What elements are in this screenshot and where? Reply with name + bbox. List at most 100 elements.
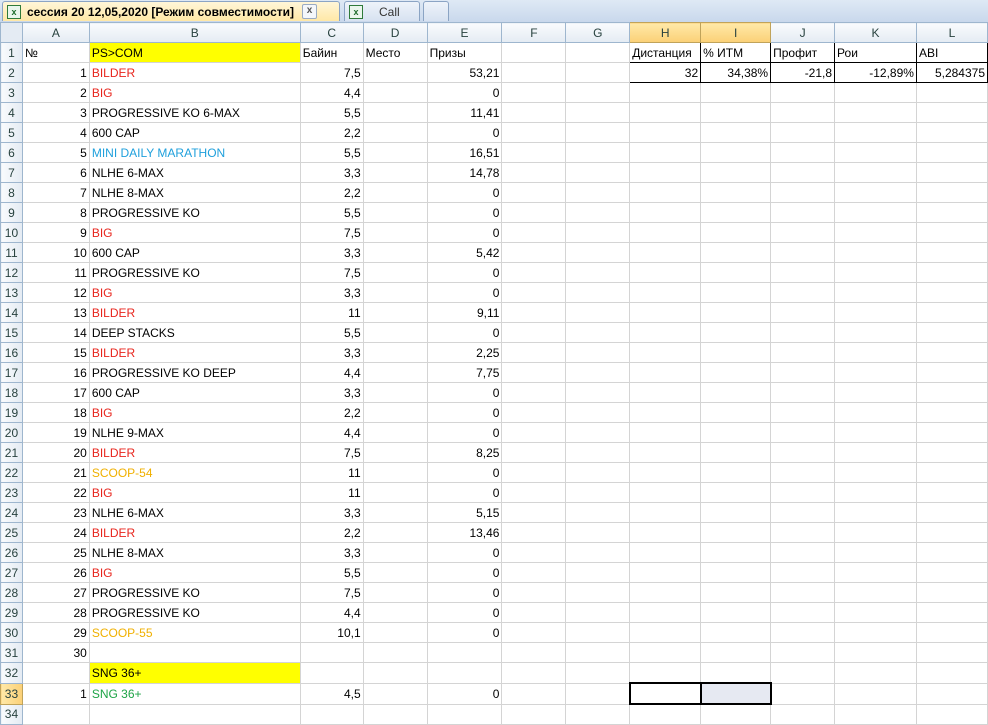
cell-k23[interactable] bbox=[834, 482, 917, 503]
cell-c29[interactable]: 4,4 bbox=[299, 602, 364, 623]
cell-k25[interactable] bbox=[834, 522, 917, 543]
cell-d6[interactable] bbox=[362, 142, 428, 163]
cell-i9[interactable] bbox=[700, 202, 772, 223]
cell-c20[interactable]: 4,4 bbox=[299, 422, 364, 443]
cell-d1[interactable]: Место bbox=[362, 42, 428, 63]
cell-l29[interactable] bbox=[915, 602, 988, 623]
cell-g14[interactable] bbox=[565, 302, 631, 323]
cell-i5[interactable] bbox=[700, 122, 772, 143]
cell-i31[interactable] bbox=[700, 642, 772, 663]
cell-g29[interactable] bbox=[565, 602, 631, 623]
cell-g11[interactable] bbox=[565, 242, 631, 263]
cell-k7[interactable] bbox=[834, 162, 917, 183]
cell-g26[interactable] bbox=[565, 542, 631, 563]
cell-f12[interactable] bbox=[501, 262, 567, 283]
cell-h12[interactable] bbox=[629, 262, 702, 283]
cell-h23[interactable] bbox=[629, 482, 702, 503]
row-header[interactable]: 28 bbox=[0, 582, 23, 603]
cell-g20[interactable] bbox=[565, 422, 631, 443]
cell-g21[interactable] bbox=[565, 442, 631, 463]
cell-l32[interactable] bbox=[915, 662, 988, 684]
workbook-tab-active[interactable]: x сессия 20 12,05,2020 [Режим совместимо… bbox=[2, 1, 340, 21]
cell-l14[interactable] bbox=[915, 302, 988, 323]
cell-l18[interactable] bbox=[915, 382, 988, 403]
cell-a23[interactable]: 22 bbox=[21, 482, 90, 503]
cell-b24[interactable]: NLHE 6-MAX bbox=[88, 502, 301, 523]
cell-i1[interactable]: % ИТМ bbox=[700, 42, 772, 63]
cell-d12[interactable] bbox=[362, 262, 428, 283]
cell-d34[interactable] bbox=[362, 703, 428, 725]
cell-a28[interactable]: 27 bbox=[21, 582, 90, 603]
cell-f7[interactable] bbox=[501, 162, 567, 183]
cell-i7[interactable] bbox=[700, 162, 772, 183]
cell-k16[interactable] bbox=[834, 342, 917, 363]
cell-l17[interactable] bbox=[915, 362, 988, 383]
cell-e20[interactable]: 0 bbox=[426, 422, 503, 443]
cell-l13[interactable] bbox=[915, 282, 988, 303]
cell-i33[interactable] bbox=[699, 682, 772, 705]
cell-e23[interactable]: 0 bbox=[426, 482, 503, 503]
row-header[interactable]: 33 bbox=[0, 682, 23, 705]
cell-a4[interactable]: 3 bbox=[21, 102, 90, 123]
cell-g17[interactable] bbox=[565, 362, 631, 383]
row-header[interactable]: 17 bbox=[0, 362, 23, 383]
cell-b13[interactable]: BIG bbox=[88, 282, 301, 303]
cell-f30[interactable] bbox=[501, 622, 567, 643]
cell-b14[interactable]: BILDER bbox=[88, 302, 301, 323]
cell-g33[interactable] bbox=[565, 682, 631, 705]
row-header[interactable]: 23 bbox=[0, 482, 23, 503]
cell-e24[interactable]: 5,15 bbox=[426, 502, 503, 523]
cell-k11[interactable] bbox=[834, 242, 917, 263]
cell-c21[interactable]: 7,5 bbox=[299, 442, 364, 463]
column-header-k[interactable]: K bbox=[834, 22, 917, 43]
cell-i29[interactable] bbox=[700, 602, 772, 623]
cell-g2[interactable] bbox=[565, 62, 631, 83]
cell-k9[interactable] bbox=[834, 202, 917, 223]
cell-f29[interactable] bbox=[501, 602, 567, 623]
cell-k34[interactable] bbox=[834, 703, 917, 725]
cell-k21[interactable] bbox=[834, 442, 917, 463]
cell-j27[interactable] bbox=[770, 562, 836, 583]
cell-e17[interactable]: 7,75 bbox=[426, 362, 503, 383]
cell-k19[interactable] bbox=[834, 402, 917, 423]
cell-h7[interactable] bbox=[629, 162, 702, 183]
cell-c1[interactable]: Байин bbox=[299, 42, 364, 63]
row-header[interactable]: 20 bbox=[0, 422, 23, 443]
column-header-h[interactable]: H bbox=[629, 22, 702, 43]
cell-c11[interactable]: 3,3 bbox=[299, 242, 364, 263]
cell-b22[interactable]: SCOOP-54 bbox=[88, 462, 301, 483]
cell-i3[interactable] bbox=[700, 82, 772, 103]
cell-j28[interactable] bbox=[770, 582, 836, 603]
cell-g13[interactable] bbox=[565, 282, 631, 303]
cell-k24[interactable] bbox=[834, 502, 917, 523]
cell-b21[interactable]: BILDER bbox=[88, 442, 301, 463]
cell-g3[interactable] bbox=[565, 82, 631, 103]
cell-g15[interactable] bbox=[565, 322, 631, 343]
cell-j10[interactable] bbox=[770, 222, 836, 243]
cell-e3[interactable]: 0 bbox=[426, 82, 503, 103]
cell-l27[interactable] bbox=[915, 562, 988, 583]
cell-c7[interactable]: 3,3 bbox=[299, 162, 364, 183]
cell-e5[interactable]: 0 bbox=[426, 122, 503, 143]
cell-i8[interactable] bbox=[700, 182, 772, 203]
column-header-b[interactable]: B bbox=[88, 22, 301, 43]
cell-a17[interactable]: 16 bbox=[21, 362, 90, 383]
cell-d32[interactable] bbox=[362, 662, 428, 684]
cell-a27[interactable]: 26 bbox=[21, 562, 90, 583]
cell-l16[interactable] bbox=[915, 342, 988, 363]
column-header-a[interactable]: A bbox=[21, 22, 90, 43]
cell-c6[interactable]: 5,5 bbox=[299, 142, 364, 163]
cell-e1[interactable]: Призы bbox=[426, 42, 503, 63]
row-header[interactable]: 8 bbox=[0, 182, 23, 203]
cell-g6[interactable] bbox=[565, 142, 631, 163]
cell-e10[interactable]: 0 bbox=[426, 222, 503, 243]
cell-j12[interactable] bbox=[770, 262, 836, 283]
cell-k22[interactable] bbox=[834, 462, 917, 483]
cell-f2[interactable] bbox=[501, 62, 567, 83]
row-header[interactable]: 31 bbox=[0, 642, 23, 663]
cell-d26[interactable] bbox=[362, 542, 428, 563]
cell-l6[interactable] bbox=[915, 142, 988, 163]
cell-a14[interactable]: 13 bbox=[21, 302, 90, 323]
cell-c23[interactable]: 11 bbox=[299, 482, 364, 503]
row-header[interactable]: 25 bbox=[0, 522, 23, 543]
